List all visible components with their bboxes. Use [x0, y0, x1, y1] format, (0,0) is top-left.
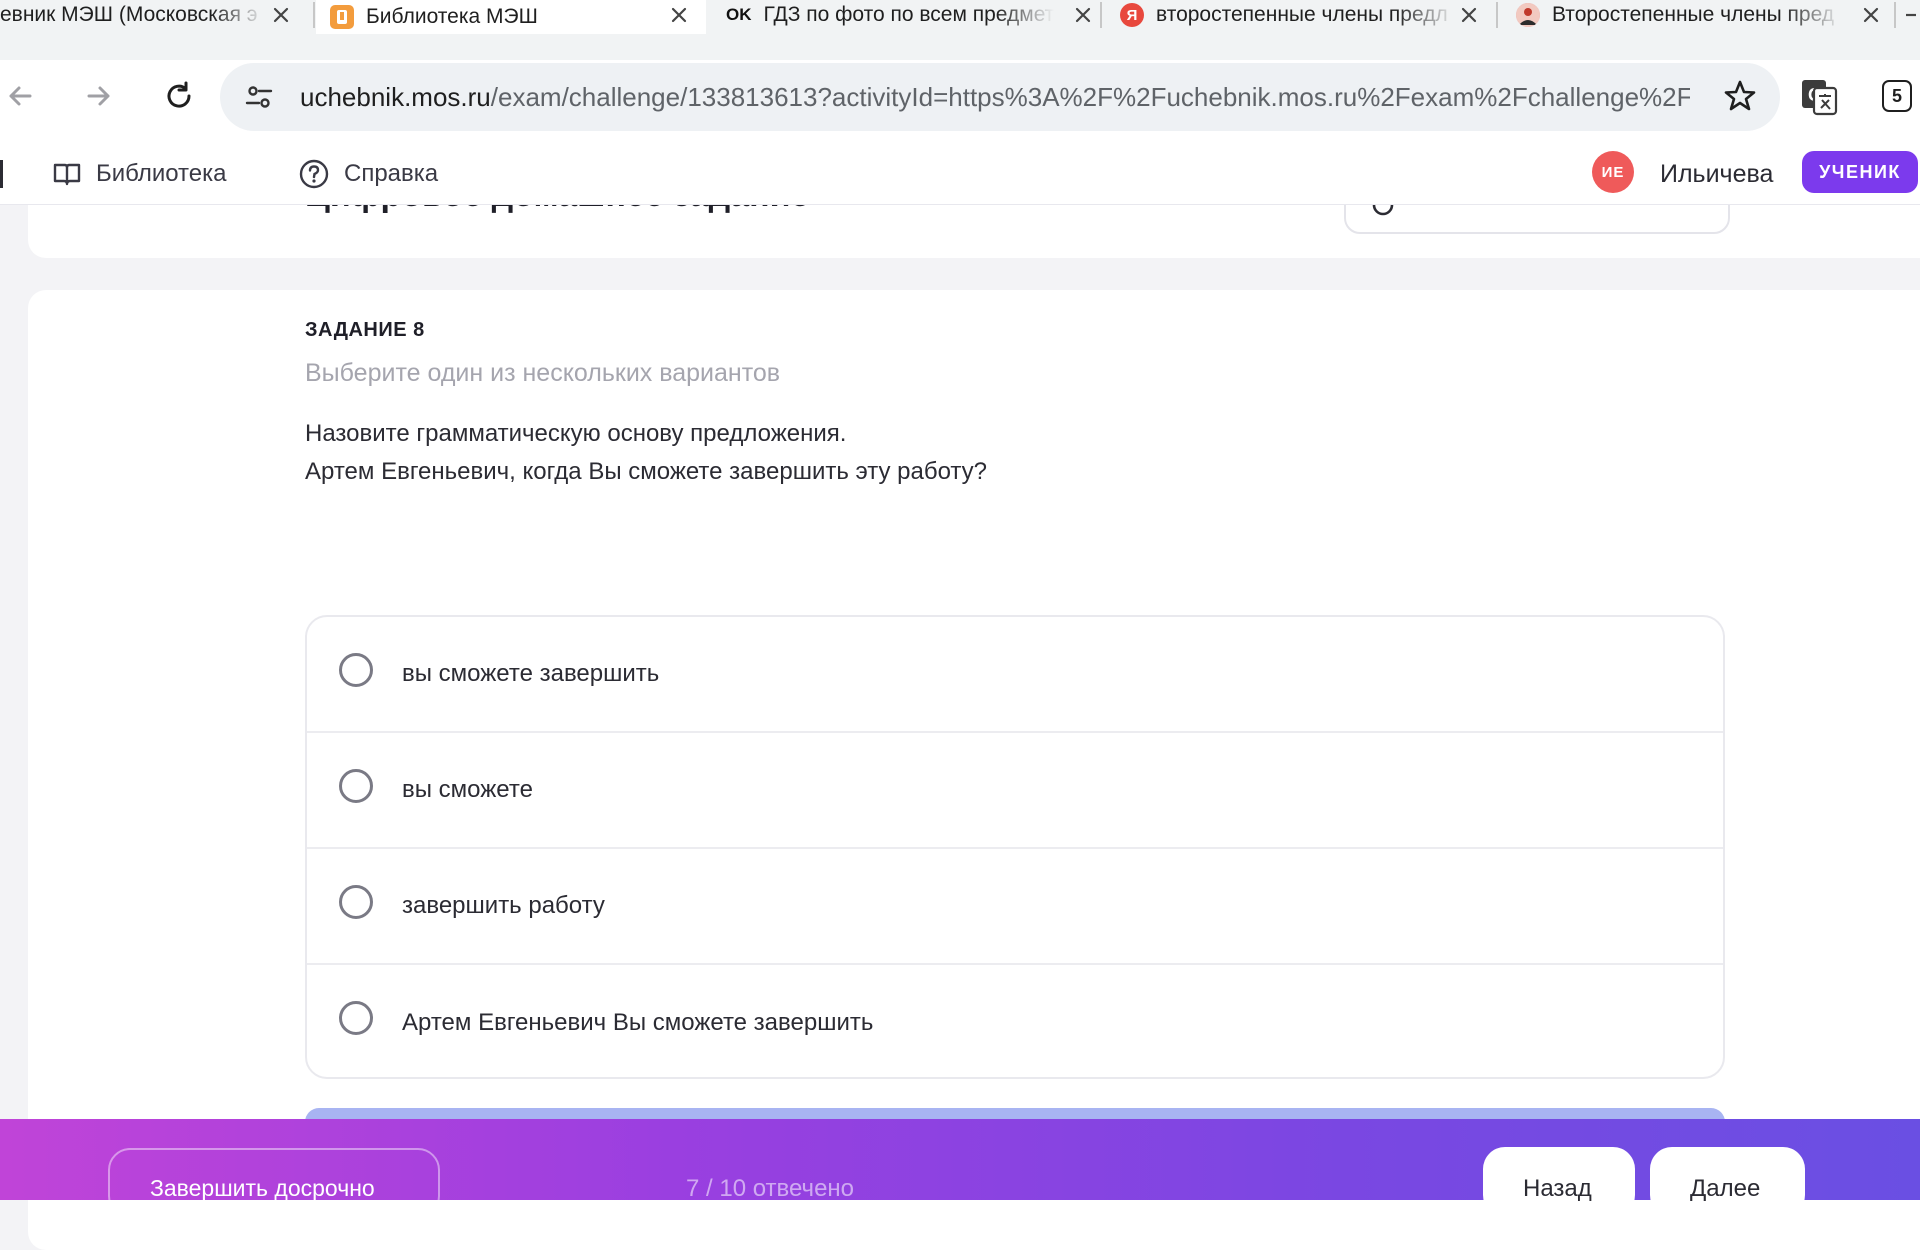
answer-option-label: вы сможете завершить	[402, 660, 660, 687]
bookmark-star-icon[interactable]	[1722, 78, 1758, 114]
header-library-link[interactable]: Библиотека	[52, 144, 227, 204]
tab-gdz[interactable]: OK ГДЗ по фото по всем предмет	[710, 0, 1100, 30]
ok-favicon-icon: OK	[726, 3, 752, 27]
header-help-label: Справка	[344, 160, 439, 187]
question-line-1: Назовите грамматическую основу предложен…	[305, 420, 847, 447]
tab-list-icon[interactable]	[1900, 4, 1920, 26]
role-badge: УЧЕНИК	[1802, 151, 1918, 193]
answer-option-label: завершить работу	[402, 892, 605, 919]
user-name[interactable]: Ильичева	[1660, 144, 1773, 204]
tab-secondary-members[interactable]: Второстепенные члены пред	[1500, 0, 1890, 30]
yandex-favicon-icon: Я	[1120, 3, 1144, 27]
library-favicon-icon	[330, 5, 354, 29]
extensions-counter-icon[interactable]: 5	[1882, 80, 1912, 112]
question-line-2: Артем Евгеньевич, когда Вы сможете завер…	[305, 458, 988, 485]
tab-title: ГДЗ по фото по всем предмет	[763, 3, 1054, 26]
tab-separator	[1496, 2, 1498, 28]
tab-library-mesh[interactable]: Библиотека МЭШ	[316, 0, 706, 34]
next-button-label: Далее	[1690, 1175, 1761, 1202]
answer-option-4[interactable]: Артем Евгеньевич Вы сможете завершить	[307, 965, 1723, 1077]
tab-close-icon[interactable]	[1070, 2, 1096, 28]
header-help-link[interactable]: Справка	[298, 144, 438, 204]
address-url[interactable]: uchebnik.mos.ru/exam/challenge/133813613…	[300, 82, 1690, 113]
help-circle-icon	[299, 159, 329, 189]
answer-option-3[interactable]: завершить работу	[307, 849, 1723, 965]
arrow-left-icon	[9, 86, 32, 106]
tab-close-icon[interactable]	[1858, 2, 1884, 28]
browser-tab-strip: евник МЭШ (Московская э Библиотека МЭШ O…	[0, 0, 1920, 60]
tab-separator	[313, 2, 315, 28]
reload-icon	[167, 81, 191, 108]
sidebar-toggle-edge[interactable]	[0, 160, 3, 188]
tab-title: Библиотека МЭШ	[366, 5, 538, 28]
task-number: ЗАДАНИЕ 8	[305, 319, 425, 341]
radio-button[interactable]	[339, 769, 373, 803]
radio-button[interactable]	[339, 653, 373, 687]
tab-separator	[1894, 2, 1896, 28]
user-avatar[interactable]: ИЕ	[1592, 151, 1634, 193]
avatar-initials: ИЕ	[1601, 163, 1625, 181]
url-path: /exam/challenge/133813613?activityId=htt…	[490, 82, 1690, 112]
article-favicon-icon	[1516, 3, 1540, 27]
extensions-badge-count: 5	[1891, 85, 1902, 106]
site-settings-icon[interactable]	[244, 82, 274, 112]
radio-button[interactable]	[339, 885, 373, 919]
back-nav-button[interactable]	[0, 72, 44, 120]
answered-progress: 7 / 10 отвечено	[686, 1175, 855, 1202]
tab-close-icon[interactable]	[1456, 2, 1482, 28]
tab-close-icon[interactable]	[666, 2, 692, 28]
back-button-label: Назад	[1523, 1175, 1592, 1202]
tab-title: второстепенные члены предл	[1156, 3, 1448, 26]
radio-button[interactable]	[339, 1001, 373, 1035]
answer-option-2[interactable]: вы сможете	[307, 733, 1723, 849]
favicon-text: OK	[726, 5, 752, 24]
task-instruction: Выберите один из нескольких вариантов	[305, 359, 781, 387]
book-icon	[53, 163, 81, 186]
answer-option-1[interactable]: вы сможете завершить	[307, 617, 1723, 733]
answer-option-label: вы сможете	[402, 776, 533, 803]
tab-yandex-search[interactable]: Я второстепенные члены предл	[1104, 0, 1494, 30]
translate-icon[interactable]: G	[1800, 78, 1838, 116]
arrow-right-icon	[87, 86, 110, 106]
url-host: uchebnik.mos.ru	[300, 82, 491, 112]
tab-close-icon[interactable]	[268, 2, 294, 28]
answer-options-list: вы сможете завершить вы сможете завершит…	[305, 615, 1725, 1079]
favicon-text: Я	[1126, 6, 1138, 24]
header-library-label: Библиотека	[96, 160, 227, 187]
finish-early-label: Завершить досрочно	[150, 1175, 375, 1201]
tab-separator	[1100, 2, 1102, 28]
reload-button[interactable]	[155, 72, 203, 120]
tab-mesh-diary[interactable]: евник МЭШ (Московская э	[0, 0, 300, 30]
forward-nav-button[interactable]	[75, 72, 123, 120]
tab-title: Второстепенные члены пред	[1552, 3, 1835, 26]
answer-option-label: Артем Евгеньевич Вы сможете завершить	[402, 1009, 874, 1036]
tab-title: евник МЭШ (Московская э	[0, 3, 258, 26]
